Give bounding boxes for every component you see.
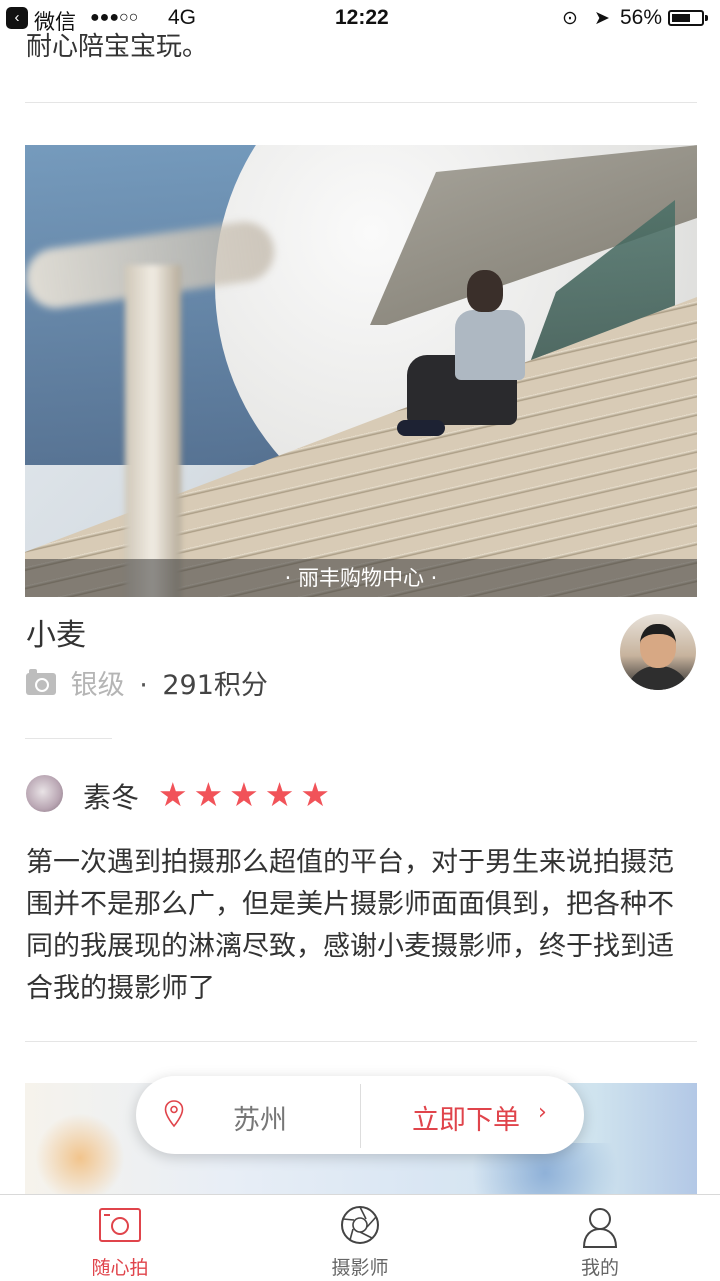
portfolio-photo[interactable]: · 丽丰购物中心 · — [25, 145, 697, 597]
city-selector[interactable]: 苏州 — [233, 1098, 287, 1137]
tab-suixinpai[interactable]: 随心拍 — [40, 1195, 200, 1281]
battery-percent: 56% — [620, 6, 663, 29]
rotation-lock-icon: ⊙ — [562, 8, 578, 29]
tab-photographers[interactable]: 摄影师 — [280, 1195, 440, 1281]
order-bar: 苏州 立即下单 › — [136, 1076, 584, 1154]
rating-stars-icon: ★★★★★ — [158, 775, 336, 814]
tab-label: 随心拍 — [91, 1257, 149, 1279]
aperture-icon — [341, 1206, 379, 1244]
photo-subject — [397, 270, 537, 460]
short-divider — [25, 738, 112, 739]
photographer-level: 银级 — [70, 670, 125, 701]
tab-mine[interactable]: 我的 — [520, 1195, 680, 1281]
photographer-name[interactable]: 小麦 — [26, 610, 86, 654]
tab-label: 我的 — [580, 1257, 619, 1279]
location-pin-icon[interactable] — [164, 1100, 184, 1128]
photographer-level-row: 银级 · 291积分 — [26, 668, 268, 704]
photographer-points: 291积分 — [162, 670, 268, 701]
previous-review-text: 耐心陪宝宝玩。 — [26, 32, 209, 58]
signal-dots-icon: ●●●○○ — [90, 9, 139, 26]
tab-label: 摄影师 — [331, 1257, 389, 1279]
divider — [25, 1041, 697, 1042]
battery-icon — [668, 10, 708, 26]
photographer-avatar[interactable] — [620, 614, 696, 690]
review-text: 第一次遇到拍摄那么超值的平台，对于男生来说拍摄范围并不是那么广，但是美片摄影师面… — [26, 847, 674, 1004]
reviewer-avatar — [26, 775, 63, 812]
photo-railing-post — [125, 265, 181, 597]
camera-frame-icon — [99, 1208, 141, 1242]
reviewer-name: 素冬 — [83, 781, 140, 814]
bottom-tab-bar: 随心拍 摄影师 我的 — [0, 1194, 720, 1281]
photo-location-label: · 丽丰购物中心 · — [25, 559, 697, 597]
person-icon — [582, 1208, 618, 1248]
location-arrow-icon: ➤ — [594, 8, 610, 29]
chevron-right-icon[interactable]: › — [538, 1100, 547, 1125]
clock: 12:22 — [335, 6, 389, 29]
divider — [25, 102, 697, 103]
back-arrow-icon[interactable]: ‹ — [6, 7, 28, 29]
order-bar-separator — [360, 1084, 361, 1148]
camera-level-icon — [26, 668, 56, 695]
order-now-button[interactable]: 立即下单 — [412, 1098, 520, 1137]
level-separator: · — [139, 670, 148, 701]
